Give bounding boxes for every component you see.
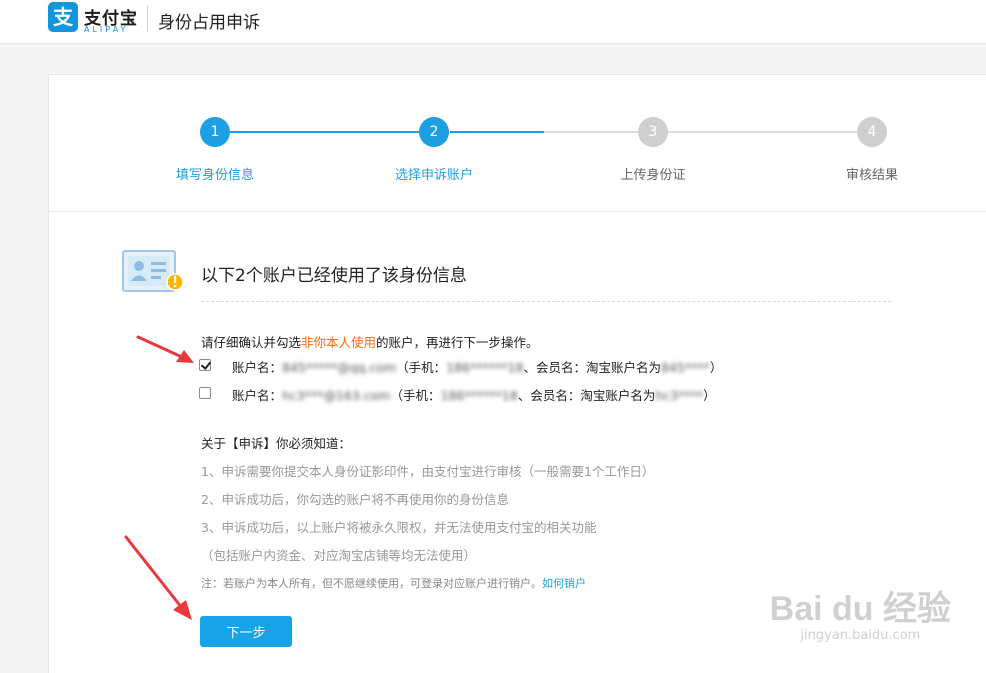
step-connector-1 [230,131,436,133]
dashed-divider [201,301,891,302]
step-3-label: 上传身份证 [620,168,686,183]
account-name-label: 账户名： [232,360,283,375]
step-3-circle: 3 [638,117,668,147]
top-header: 支 支付宝 ALIPAY 身份占用申诉 [0,0,986,44]
account-member-value: 845**** [660,360,710,375]
close-account-note: 注：若账户为本人所有，但不愿继续使用，可登录对应账户进行销户。如何销户 [201,575,586,591]
rule-item-1: 1、申诉需要你提交本人身份证影印件，由支付宝进行审核（一般需要1个工作日） [201,464,655,479]
account-phone-label: （手机： [396,360,447,375]
step-connector-3 [668,131,860,133]
account-member-value: hc3**** [655,388,704,403]
instruction-pre: 请仔细确认并勾选 [201,335,302,350]
step-1-circle: 1 [200,117,230,147]
baidu-jingyan-watermark: Bai du 经验 jingyan.baidu.com [770,581,951,643]
logo-text-en: ALIPAY [84,25,129,34]
account-phone-value: 186******18 [440,388,518,403]
step-2-label: 选择申诉账户 [394,168,473,183]
account-name-value: 845*****@qq.com [282,360,397,375]
account-phone-value: 186******18 [446,360,524,375]
step-connector-2-pending [544,131,640,133]
watermark-url: jingyan.baidu.com [800,628,921,643]
red-arrow-next-button-icon [124,535,192,620]
header-divider [147,6,148,32]
instruction-warning: 非你本人使用 [301,335,377,350]
step-4-label: 审核结果 [845,168,898,183]
account-name-label: 账户名： [232,388,283,403]
account-2-checkbox[interactable] [199,387,211,399]
instruction-text: 请仔细确认并勾选非你本人使用的账户，再进行下一步操作。 [201,332,539,351]
account-name-value: hc3***@163.com [282,388,391,403]
id-card-warning-icon [122,250,184,292]
page-title: 身份占用申诉 [158,13,260,33]
red-arrow-checkbox-icon [136,335,194,363]
notice-title: 以下2个账户已经使用了该身份信息 [201,266,467,286]
instruction-post: 的账户，再进行下一步操作。 [376,335,539,350]
note-text: 注：若账户为本人所有，但不愿继续使用，可登录对应账户进行销户。 [201,577,542,590]
step-2-circle: 2 [419,117,449,147]
alipay-logo-icon[interactable]: 支 [48,2,78,32]
rule-item-3: 3、申诉成功后，以上账户将被永久限权，并无法使用支付宝的相关功能 [201,520,597,535]
next-step-button[interactable]: 下一步 [200,616,292,647]
step-1-label: 填写身份信息 [175,168,254,183]
account-member-label: 、会员名：淘宝账户名为 [523,360,661,375]
step-connector-2-active [450,131,544,133]
watermark-logo-text: Bai du 经验 [769,590,951,628]
account-2-text: 账户名：hc3***@163.com（手机：186******18、会员名：淘宝… [232,385,716,404]
how-to-close-account-link[interactable]: 如何销户 [542,577,586,590]
rules-title: 关于【申诉】你必须知道： [201,436,352,451]
account-phone-label: （手机： [390,388,441,403]
progress-steps: 1 2 3 4 填写身份信息 选择申诉账户 上传身份证 审核结果 [49,75,986,212]
account-close: ） [703,388,716,403]
account-member-label: 、会员名：淘宝账户名为 [517,388,656,403]
account-close: ） [709,360,723,375]
rule-item-4: （包括账户内资金、对应淘宝店铺等均无法使用） [201,548,477,563]
rule-item-2: 2、申诉成功后，你勾选的账户将不再使用你的身份信息 [201,492,509,507]
step-4-circle: 4 [857,117,887,147]
account-1-text: 账户名：845*****@qq.com（手机：186******18、会员名：淘… [232,357,722,376]
